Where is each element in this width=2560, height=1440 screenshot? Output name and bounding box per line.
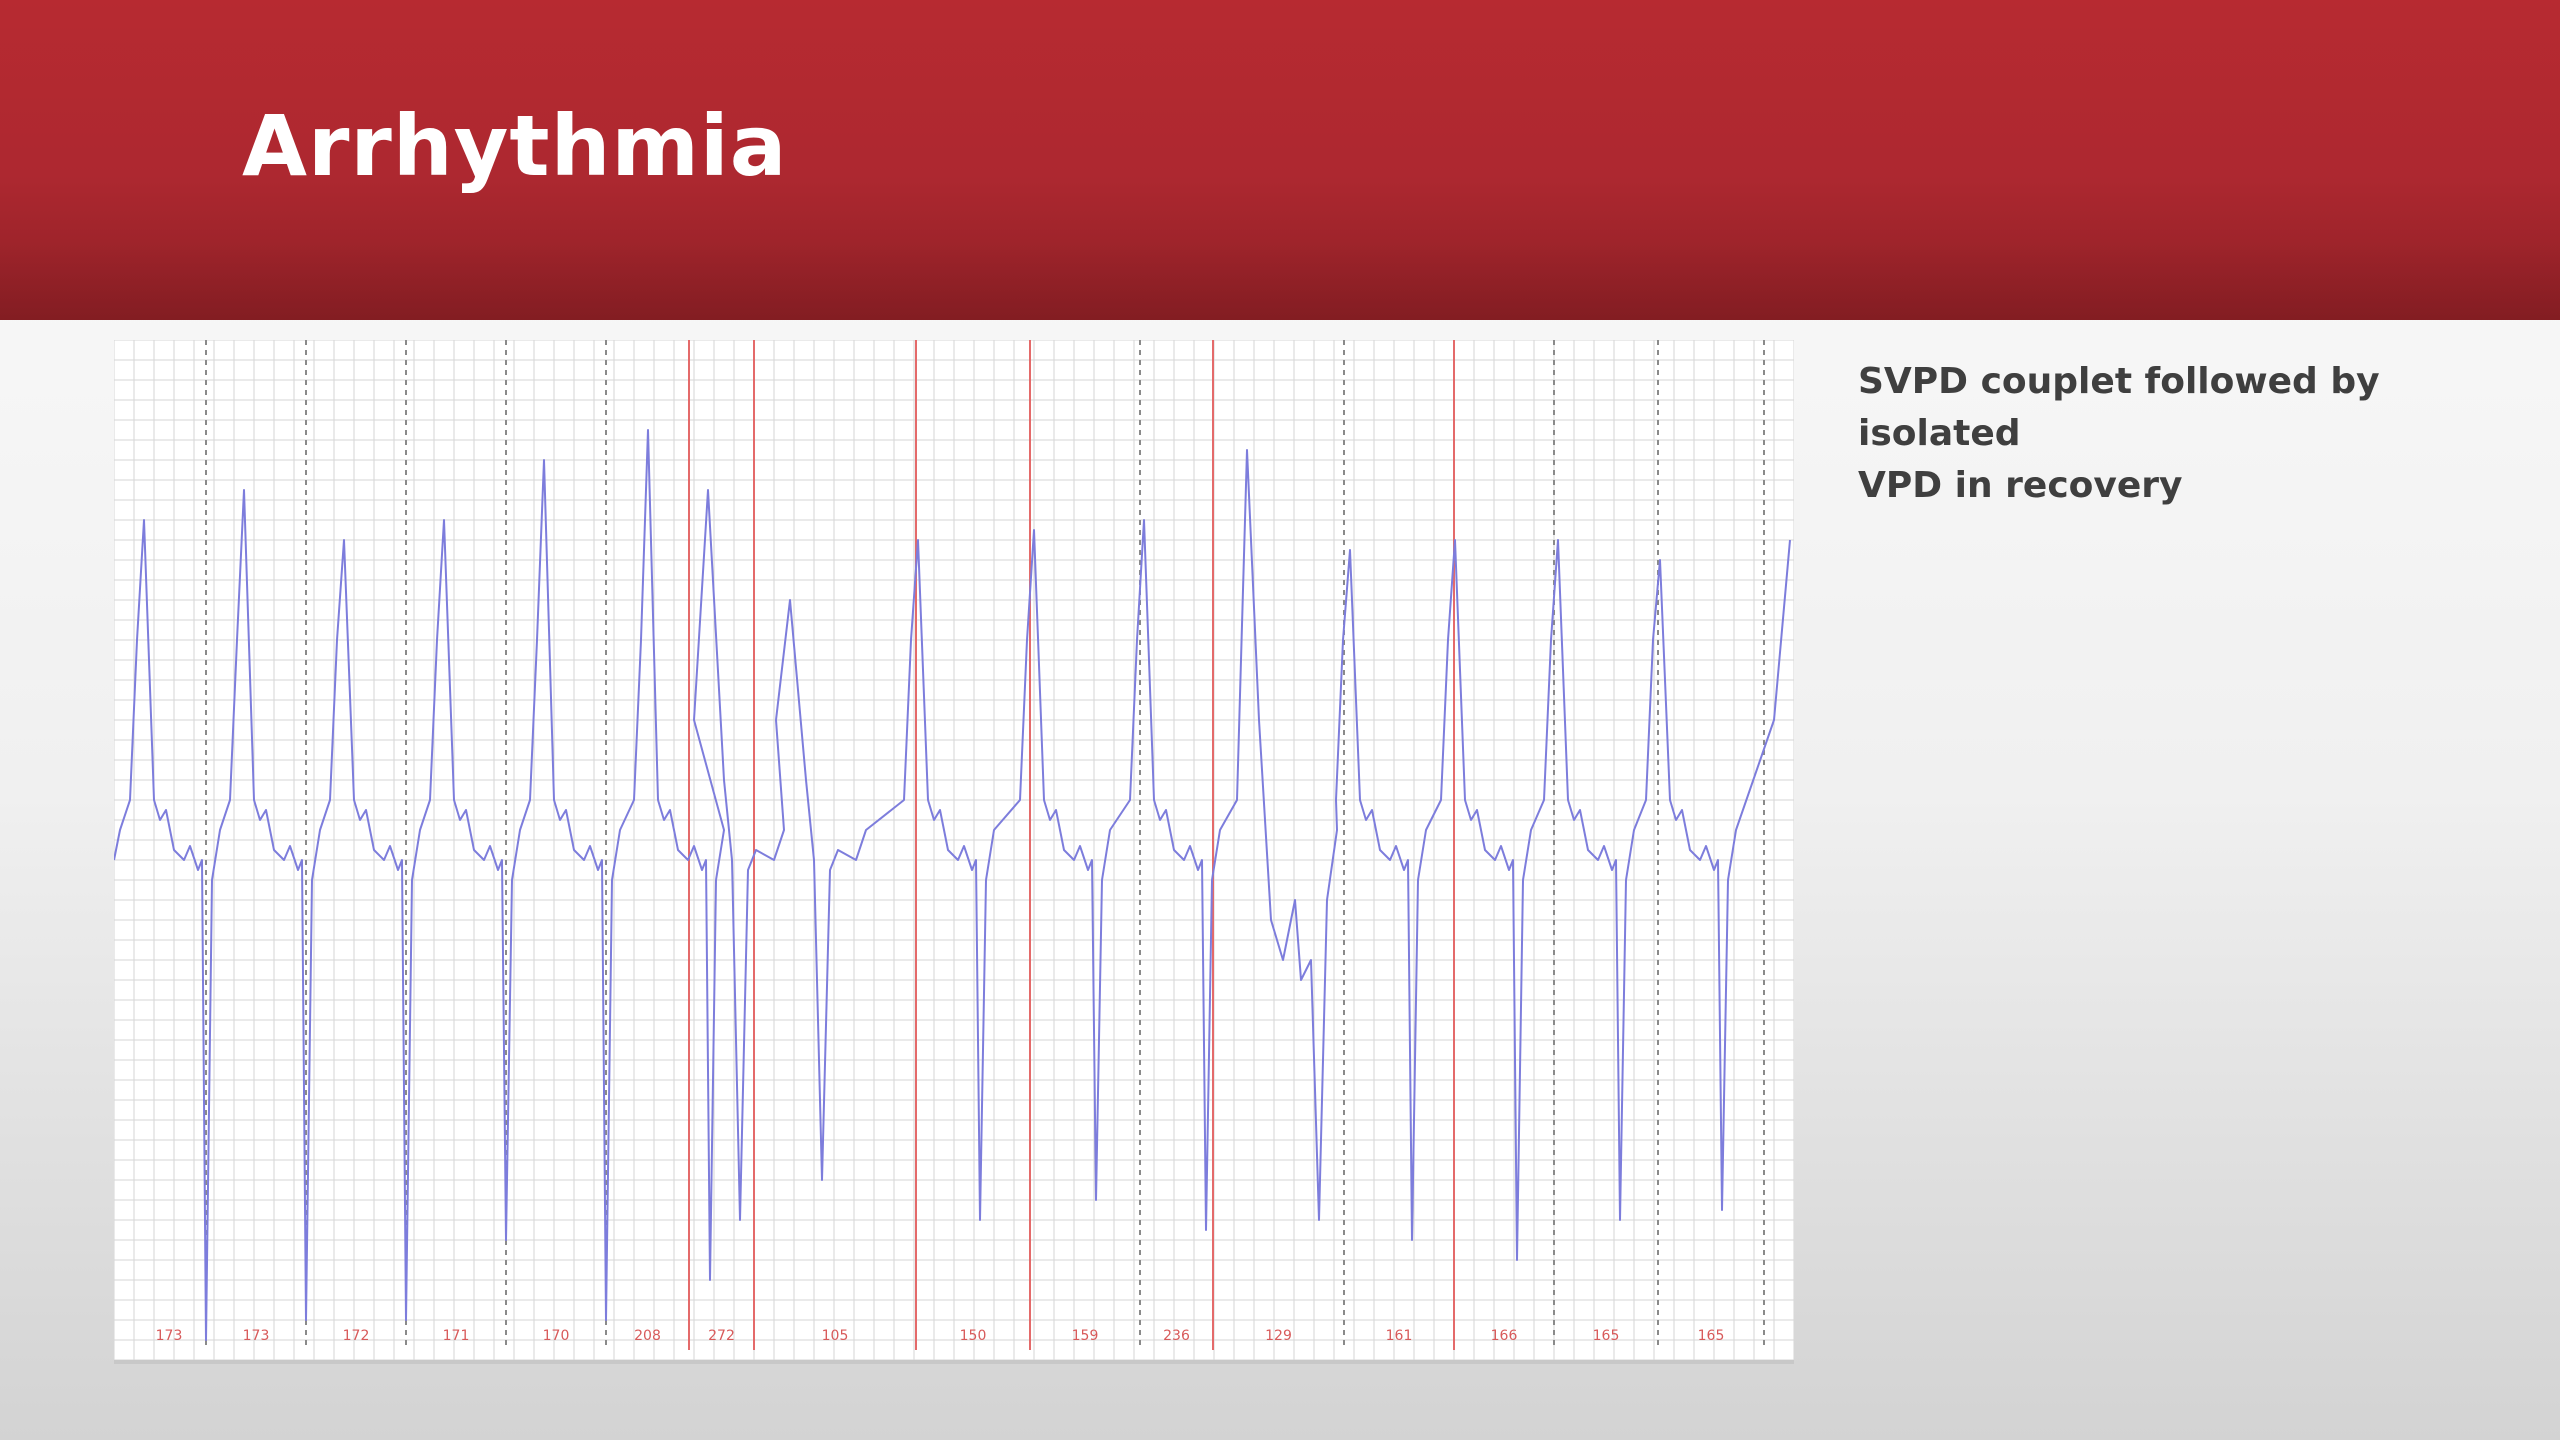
ecg-strip-image: 173 173 172 171 170 208 272 105 150 159 236 129 161 1… — [114, 340, 1794, 1364]
rr-label: 150 — [960, 1328, 987, 1344]
caption-line-2: VPD in recovery — [1858, 465, 2183, 506]
ecg-trace — [114, 429, 1791, 1341]
rr-label: 129 — [1265, 1328, 1292, 1344]
rr-label: 159 — [1072, 1328, 1099, 1344]
rr-label: 171 — [443, 1328, 470, 1344]
beat-markers — [205, 340, 1765, 1350]
ecg-strip-svg: 173 173 172 171 170 208 272 105 150 159 236 129 161 1… — [114, 340, 1794, 1360]
rr-label: 165 — [1593, 1328, 1620, 1344]
caption-line-1: SVPD couplet followed by isolated — [1858, 361, 2380, 454]
rr-label: 272 — [708, 1328, 735, 1344]
rr-label: 161 — [1386, 1328, 1413, 1344]
title-banner: Arrhythmia — [0, 0, 2560, 320]
rr-label: 236 — [1163, 1328, 1190, 1344]
ecg-trace-layer — [114, 429, 1791, 1341]
rr-interval-labels: 173 173 172 171 170 208 272 105 150 159 236 129 161 1… — [156, 1328, 1725, 1344]
rr-label: 165 — [1698, 1328, 1725, 1344]
slide-caption: SVPD couplet followed by isolated VPD in… — [1858, 356, 2498, 512]
slide-title: Arrhythmia — [242, 97, 788, 195]
rr-label: 166 — [1491, 1328, 1518, 1344]
rr-label: 170 — [543, 1328, 570, 1344]
rr-label: 208 — [634, 1328, 661, 1344]
rr-label: 173 — [243, 1328, 270, 1344]
banner-shade — [0, 240, 2560, 320]
rr-label: 173 — [156, 1328, 183, 1344]
ecg-grid — [114, 340, 1794, 1360]
rr-label: 172 — [343, 1328, 370, 1344]
rr-label: 105 — [822, 1328, 849, 1344]
